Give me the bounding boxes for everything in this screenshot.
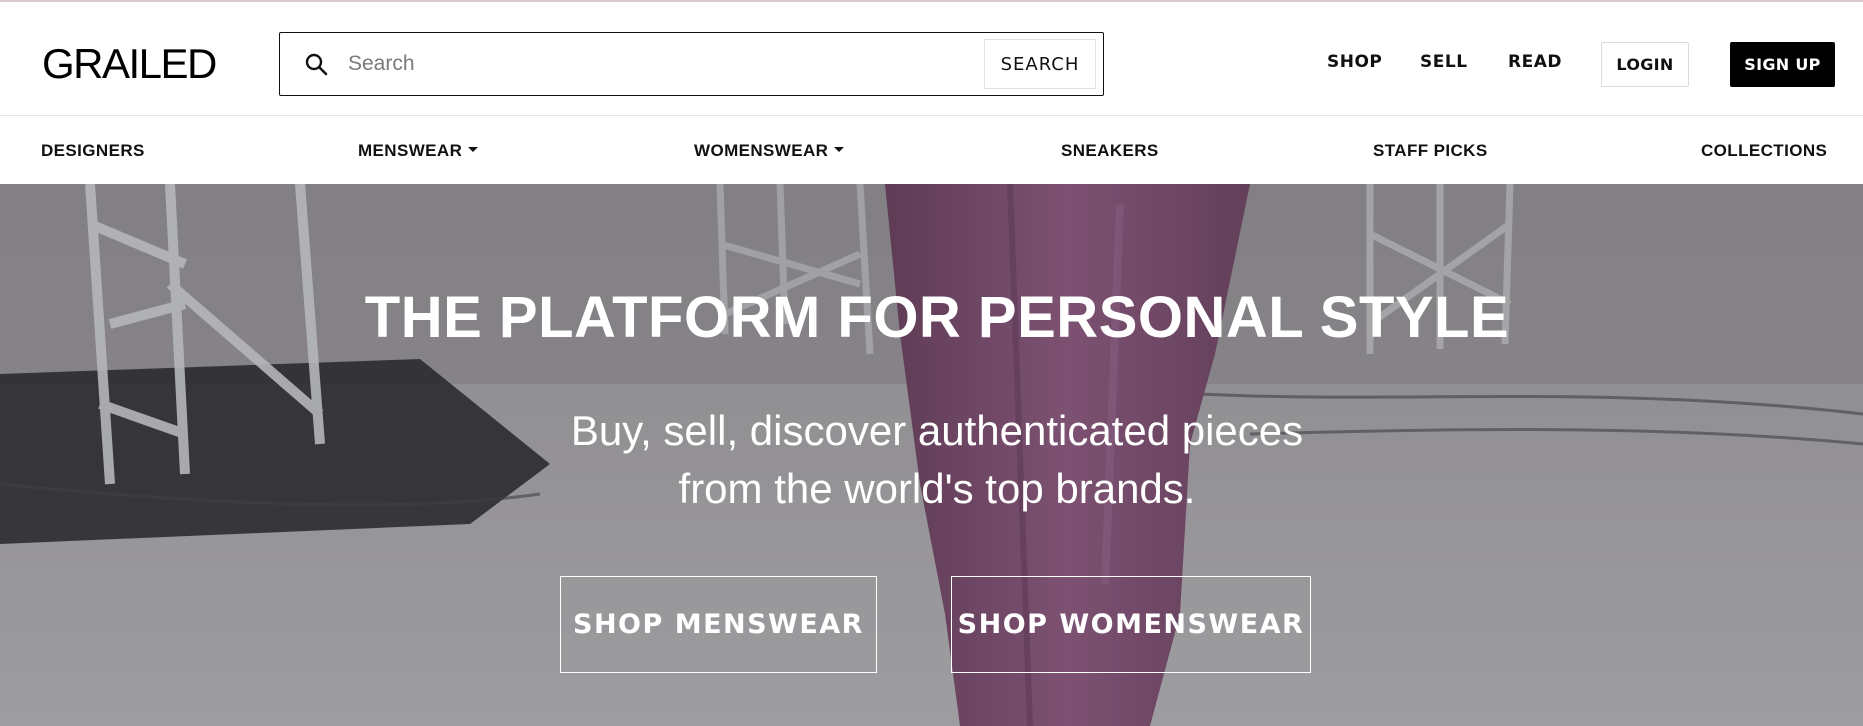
category-sneakers[interactable]: SNEAKERS	[1061, 141, 1159, 161]
signup-button[interactable]: SIGN UP	[1730, 42, 1835, 87]
category-label: COLLECTIONS	[1701, 141, 1828, 160]
login-button[interactable]: LOGIN	[1601, 42, 1689, 87]
hero-title: THE PLATFORM FOR PERSONAL STYLE	[364, 285, 1510, 350]
category-menswear[interactable]: MENSWEAR	[358, 141, 479, 161]
shop-menswear-button[interactable]: SHOP MENSWEAR	[560, 576, 877, 673]
hero-subtitle: Buy, sell, discover authenticated pieces…	[0, 402, 1863, 518]
category-nav: DESIGNERS MENSWEAR WOMENSWEAR SNEAKERS S…	[0, 117, 1863, 184]
hero-banner: THE PLATFORM FOR PERSONAL STYLE Buy, sel…	[0, 184, 1863, 726]
search-button[interactable]: SEARCH	[984, 39, 1096, 89]
category-staff-picks[interactable]: STAFF PICKS	[1373, 141, 1488, 161]
category-label: DESIGNERS	[41, 141, 145, 160]
category-label: MENSWEAR	[358, 141, 463, 160]
grailed-logo[interactable]: GRAILED	[42, 40, 217, 88]
search-input[interactable]	[348, 45, 948, 83]
nav-sell-link[interactable]: SELL	[1420, 52, 1468, 72]
category-womenswear[interactable]: WOMENSWEAR	[694, 141, 845, 161]
site-header: GRAILED SEARCH SHOP SELL READ LOGIN SIGN…	[0, 2, 1863, 116]
nav-shop-link[interactable]: SHOP	[1327, 52, 1382, 72]
hero-subtitle-line: from the world's top brands.	[678, 465, 1196, 512]
category-label: SNEAKERS	[1061, 141, 1159, 160]
category-designers[interactable]: DESIGNERS	[41, 141, 145, 161]
search-bar: SEARCH	[279, 32, 1104, 96]
search-icon	[305, 53, 328, 76]
caret-down-icon	[834, 147, 845, 153]
category-label: WOMENSWEAR	[694, 141, 829, 160]
caret-down-icon	[468, 147, 479, 153]
nav-read-link[interactable]: READ	[1508, 52, 1562, 72]
shop-womenswear-button[interactable]: SHOP WOMENSWEAR	[951, 576, 1311, 673]
category-collections[interactable]: COLLECTIONS	[1701, 141, 1827, 161]
category-label: STAFF PICKS	[1373, 141, 1488, 160]
hero-subtitle-line: Buy, sell, discover authenticated pieces	[570, 407, 1304, 454]
